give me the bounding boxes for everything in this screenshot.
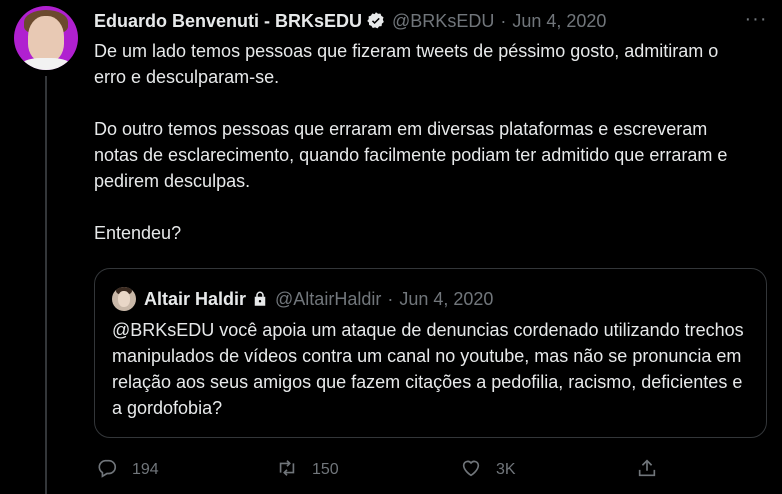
author-handle[interactable]: @BRKsEDU xyxy=(392,11,494,32)
share-icon xyxy=(636,457,658,484)
verified-badge-icon xyxy=(366,11,386,31)
reply-button[interactable]: 194 xyxy=(96,456,159,484)
retweet-button[interactable]: 150 xyxy=(276,456,339,484)
retweet-count: 150 xyxy=(312,461,339,478)
more-options-icon[interactable]: ··· xyxy=(742,8,770,32)
heart-icon xyxy=(460,457,482,484)
reply-icon xyxy=(96,457,118,484)
tweet-paragraph-3: Entendeu? xyxy=(94,223,182,243)
lock-icon xyxy=(251,290,269,308)
quoted-header-separator: · xyxy=(387,288,394,309)
share-button[interactable] xyxy=(636,456,658,484)
quoted-tweet-date: Jun 4, 2020 xyxy=(399,288,494,309)
tweet-text: De um lado temos pessoas que fizeram twe… xyxy=(94,38,754,246)
author-avatar[interactable] xyxy=(14,6,78,70)
author-name[interactable]: Eduardo Benvenuti - BRKsEDU xyxy=(94,11,362,32)
tweet-header: Eduardo Benvenuti - BRKsEDU @BRKsEDU · J… xyxy=(94,9,606,33)
header-separator: · xyxy=(500,10,507,31)
avatar-face xyxy=(28,16,64,62)
author-avatar-column xyxy=(14,6,78,70)
tweet-actions: 194 150 3K xyxy=(94,456,774,484)
quoted-tweet-header: Altair Haldir @AltairHaldir · Jun 4, 202… xyxy=(112,287,493,311)
thread-line xyxy=(45,76,47,494)
tweet[interactable]: Eduardo Benvenuti - BRKsEDU @BRKsEDU · J… xyxy=(0,0,782,494)
tweet-date[interactable]: Jun 4, 2020 xyxy=(512,11,606,32)
quoted-tweet[interactable]: Altair Haldir @AltairHaldir · Jun 4, 202… xyxy=(94,268,767,438)
retweet-icon xyxy=(276,457,298,484)
quoted-author-name: Altair Haldir xyxy=(144,288,247,309)
tweet-paragraph-1: De um lado temos pessoas que fizeram twe… xyxy=(94,41,719,87)
quoted-author-avatar xyxy=(112,287,136,311)
like-button[interactable]: 3K xyxy=(460,456,516,484)
tweet-paragraph-2: Do outro temos pessoas que erraram em di… xyxy=(94,119,728,191)
quoted-tweet-text: @BRKsEDU você apoia um ataque de denunci… xyxy=(112,320,744,418)
quoted-author-handle: @AltairHaldir xyxy=(275,288,382,309)
reply-count: 194 xyxy=(132,461,159,478)
avatar-shirt xyxy=(20,58,72,70)
like-count: 3K xyxy=(496,461,516,478)
